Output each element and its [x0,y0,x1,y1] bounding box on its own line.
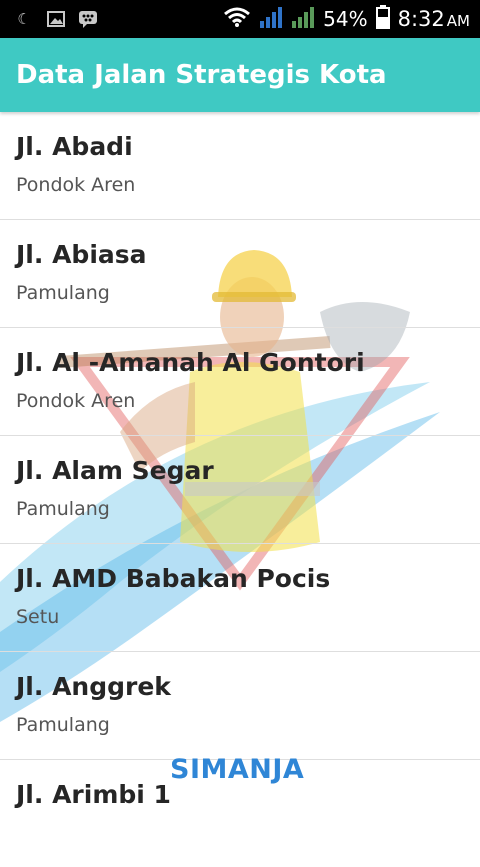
road-area: Pamulang [16,498,110,520]
app-toolbar: Data Jalan Strategis Kota [0,38,480,112]
list-item[interactable]: Jl. AMD Babakan Pocis Setu [0,544,480,652]
list-item[interactable]: Jl. Abiasa Pamulang [0,220,480,328]
page-title: Data Jalan Strategis Kota [16,60,387,90]
road-name: Jl. Al -Amanah Al Gontori [16,348,365,377]
signal-icon-2 [291,5,315,33]
list-item[interactable]: Jl. Abadi Pondok Aren [0,112,480,220]
road-name: Jl. Arimbi 1 [16,780,171,809]
road-name: Jl. Abadi [16,132,133,161]
bbm-icon [78,9,98,29]
road-area: Pondok Aren [16,390,136,412]
brand-watermark: SIMANJA [170,754,305,785]
list-item[interactable]: Jl. Anggrek Pamulang [0,652,480,760]
road-area: Pamulang [16,714,110,736]
road-name: Jl. Alam Segar [16,456,214,485]
list-item[interactable]: Jl. Alam Segar Pamulang [0,436,480,544]
list-item[interactable]: Jl. Al -Amanah Al Gontori Pondok Aren [0,328,480,436]
road-area: Pondok Aren [16,174,136,196]
road-name: Jl. AMD Babakan Pocis [16,564,331,593]
battery-percent: 54% [323,7,368,31]
status-right-icons: 54% 8:32 AM [223,0,470,38]
status-time: 8:32 AM [397,7,470,31]
road-area: Pamulang [16,282,110,304]
image-icon [46,9,66,29]
battery-icon [375,5,390,33]
status-left-icons: ☾ [14,9,98,29]
status-bar: ☾ 54% 8:32 AM [0,0,480,38]
road-area: Setu [16,606,60,628]
signal-icon [259,5,283,33]
moon-icon: ☾ [17,10,31,28]
road-name: Jl. Anggrek [16,672,171,701]
road-name: Jl. Abiasa [16,240,147,269]
wifi-icon [223,6,251,32]
